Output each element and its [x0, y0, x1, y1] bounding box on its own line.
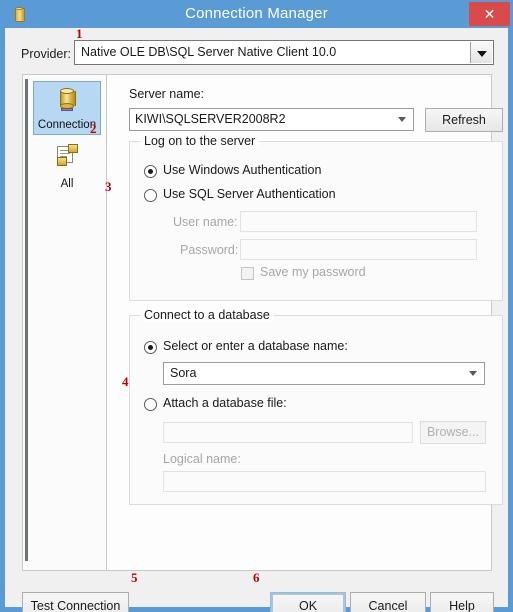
server-name-value: KIWI\SQLSERVER2008R2 — [135, 112, 286, 126]
chevron-down-icon[interactable] — [398, 117, 406, 122]
logical-name-field[interactable] — [163, 471, 486, 492]
browse-button[interactable]: Browse... — [420, 421, 486, 444]
select-database-radio[interactable] — [144, 341, 157, 354]
cancel-button[interactable]: Cancel — [350, 592, 426, 612]
step-marker-4: 4 — [122, 374, 129, 389]
server-name-combobox[interactable]: KIWI\SQLSERVER2008R2 — [129, 108, 414, 131]
provider-label: Provider: — [21, 47, 72, 61]
logical-name-label: Logical name: — [163, 452, 241, 466]
attach-file-field[interactable] — [163, 422, 413, 443]
database-icon — [58, 88, 76, 112]
help-button[interactable]: Help — [430, 592, 494, 612]
sidebar-scrollbar[interactable] — [25, 79, 28, 561]
sidebar-item-all[interactable]: All — [33, 139, 101, 193]
chevron-down-icon[interactable] — [470, 42, 492, 63]
logon-group: Log on to the server Use Windows Authent… — [129, 134, 503, 301]
ok-button[interactable]: OK — [270, 592, 346, 612]
step-marker-6: 6 — [253, 570, 260, 585]
windows-auth-radio[interactable] — [144, 165, 157, 178]
connection-settings-panel: Server name: KIWI\SQLSERVER2008R2 Refres… — [108, 75, 503, 570]
connection-manager-window: Connection Manager ✕ Provider: Native OL… — [0, 0, 513, 612]
attach-database-label[interactable]: Attach a database file: — [163, 396, 287, 410]
database-group-title: Connect to a database — [140, 308, 274, 322]
save-password-label[interactable]: Save my password — [260, 265, 366, 279]
username-field[interactable] — [240, 211, 477, 232]
sidebar: Connection All — [23, 75, 107, 570]
windows-auth-label[interactable]: Use Windows Authentication — [163, 163, 321, 177]
close-icon[interactable]: ✕ — [469, 2, 510, 26]
chevron-down-icon[interactable] — [469, 371, 477, 376]
step-marker-3: 3 — [105, 179, 112, 194]
username-label: User name: — [173, 215, 238, 229]
sql-auth-radio[interactable] — [144, 189, 157, 202]
dialog-body: Provider: Native OLE DB\SQL Server Nativ… — [5, 28, 508, 612]
sql-auth-label[interactable]: Use SQL Server Authentication — [163, 187, 336, 201]
password-label: Password: — [180, 243, 239, 257]
test-connection-button[interactable]: Test Connection — [22, 592, 129, 612]
step-marker-5: 5 — [131, 570, 138, 585]
attach-database-radio[interactable] — [144, 398, 157, 411]
provider-value: Native OLE DB\SQL Server Native Client 1… — [81, 45, 337, 59]
properties-icon — [56, 144, 78, 166]
server-name-label: Server name: — [129, 87, 205, 101]
logon-group-title: Log on to the server — [140, 134, 260, 148]
database-name-combobox[interactable]: Sora — [163, 362, 485, 385]
step-marker-1: 1 — [76, 26, 83, 41]
save-password-checkbox[interactable] — [241, 267, 254, 280]
resize-grip[interactable] — [494, 595, 502, 603]
database-name-value: Sora — [170, 366, 197, 380]
window-title: Connection Manager — [185, 5, 328, 22]
provider-combobox[interactable]: Native OLE DB\SQL Server Native Client 1… — [74, 40, 494, 65]
step-marker-2: 2 — [90, 121, 97, 136]
sidebar-item-label: All — [60, 178, 74, 190]
title-bar: Connection Manager ✕ — [0, 0, 513, 28]
content-panel: Connection All Server name: KIWI\SQLSERV… — [22, 74, 503, 571]
select-database-label[interactable]: Select or enter a database name: — [163, 339, 348, 353]
database-group: Connect to a database Select or enter a … — [129, 308, 503, 505]
refresh-button[interactable]: Refresh — [425, 108, 503, 132]
password-field[interactable] — [240, 239, 477, 260]
